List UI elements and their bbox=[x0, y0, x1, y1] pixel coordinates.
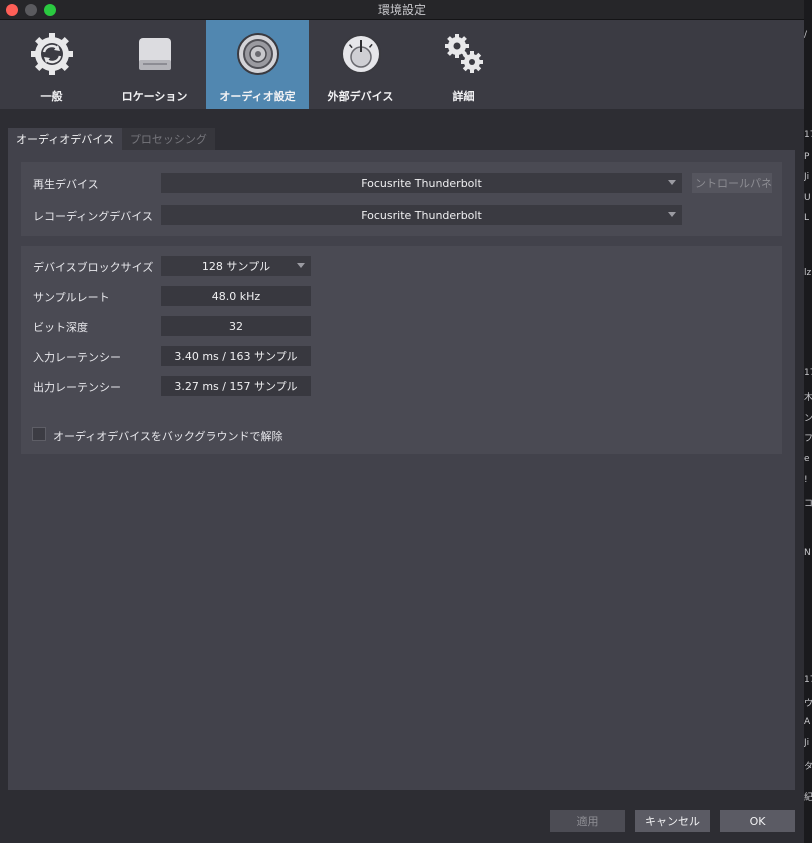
tab-audio-devices[interactable]: オーディオデバイス bbox=[8, 128, 122, 150]
input-latency-value: 3.40 ms / 163 サンプル bbox=[161, 346, 311, 366]
bit-depth-value: 32 bbox=[161, 316, 311, 336]
device-selection-group: 再生デバイス Focusrite Thunderbolt ントロールパネ レコー… bbox=[21, 162, 782, 236]
control-panel-button[interactable]: ントロールパネ bbox=[692, 173, 772, 193]
chevron-down-icon bbox=[297, 263, 305, 268]
background-window-text: lz bbox=[804, 268, 812, 278]
cancel-button[interactable]: キャンセル bbox=[635, 810, 710, 832]
background-window-text: フ bbox=[804, 434, 812, 444]
playback-device-dropdown[interactable]: Focusrite Thunderbolt bbox=[161, 173, 682, 193]
background-window-text: P bbox=[804, 152, 810, 162]
release-background-label: オーディオデバイスをバックグラウンドで解除 bbox=[53, 430, 283, 443]
dial-icon bbox=[337, 30, 385, 78]
background-window-text: 17 bbox=[804, 130, 812, 140]
recording-device-dropdown[interactable]: Focusrite Thunderbolt bbox=[161, 205, 682, 225]
sample-rate-value: 48.0 kHz bbox=[161, 286, 311, 306]
window-title: 環境設定 bbox=[377, 3, 426, 17]
background-window-text: U bbox=[804, 193, 811, 203]
background-window-text: Ji bbox=[804, 172, 810, 182]
recording-device-label: レコーディングデバイス bbox=[33, 210, 153, 223]
background-window-text: コ bbox=[804, 499, 812, 509]
background-window-text: A bbox=[804, 717, 811, 727]
ok-button[interactable]: OK bbox=[720, 810, 795, 832]
background-window-text: ! bbox=[804, 475, 808, 485]
background-window-text: e bbox=[804, 454, 810, 464]
toolbar-item-advanced[interactable]: 詳細 bbox=[412, 20, 515, 109]
preferences-toolbar: 一般 ロケーション オーディオ設定 外部デバイス 詳細 bbox=[0, 20, 804, 109]
apply-button[interactable]: 適用 bbox=[550, 810, 625, 832]
background-window-text: N bbox=[804, 548, 811, 558]
output-latency-value: 3.27 ms / 157 サンプル bbox=[161, 376, 311, 396]
close-window-button[interactable] bbox=[6, 4, 18, 16]
minimize-window-button[interactable] bbox=[25, 4, 37, 16]
block-size-value: 128 サンプル bbox=[201, 260, 271, 273]
background-window-text: 17 bbox=[804, 368, 812, 378]
background-window-text: 17 bbox=[804, 675, 812, 685]
toolbar-item-general[interactable]: 一般 bbox=[0, 20, 103, 109]
release-background-checkbox[interactable] bbox=[32, 427, 46, 441]
playback-device-value: Focusrite Thunderbolt bbox=[361, 176, 482, 190]
preferences-content: オーディオデバイス プロセッシング 再生デバイス Focusrite Thund… bbox=[0, 109, 804, 843]
tab-processing[interactable]: プロセッシング bbox=[121, 128, 215, 150]
background-window-text: 紀 bbox=[804, 793, 812, 803]
sync-gear-icon bbox=[28, 30, 76, 78]
background-window-text: ン bbox=[804, 414, 812, 424]
output-latency-label: 出力レーテンシー bbox=[33, 381, 121, 394]
zoom-window-button[interactable] bbox=[44, 4, 56, 16]
audio-devices-panel: 再生デバイス Focusrite Thunderbolt ントロールパネ レコー… bbox=[8, 150, 795, 790]
toolbar-item-label: ロケーション bbox=[121, 90, 188, 103]
background-window-text: ウ bbox=[804, 699, 812, 709]
device-settings-group: デバイスブロックサイズ 128 サンプル サンプルレート 48.0 kHz ビッ… bbox=[21, 246, 782, 454]
background-window-text: / bbox=[804, 30, 808, 40]
toolbar-item-audio-settings[interactable]: オーディオ設定 bbox=[206, 20, 309, 109]
sample-rate-label: サンプルレート bbox=[33, 291, 110, 304]
background-window-text: タ bbox=[804, 762, 812, 772]
chevron-down-icon bbox=[668, 212, 676, 217]
speaker-icon bbox=[234, 30, 282, 78]
bit-depth-label: ビット深度 bbox=[33, 321, 88, 334]
input-latency-label: 入力レーテンシー bbox=[33, 351, 121, 364]
background-window-text: Ji bbox=[804, 738, 810, 748]
playback-device-label: 再生デバイス bbox=[33, 178, 99, 191]
toolbar-item-external-devices[interactable]: 外部デバイス bbox=[309, 20, 412, 109]
toolbar-item-label: 詳細 bbox=[452, 90, 475, 103]
tab-bar: オーディオデバイス プロセッシング bbox=[8, 128, 215, 150]
hard-drive-icon bbox=[131, 30, 179, 78]
background-window-edge: / 17 P Ji ULlz 17 木ンフe! コ N 17 ウA Ji タ紀 bbox=[804, 0, 812, 843]
recording-device-value: Focusrite Thunderbolt bbox=[361, 208, 482, 222]
window-controls bbox=[6, 4, 56, 16]
toolbar-item-label: オーディオ設定 bbox=[219, 90, 296, 103]
toolbar-item-label: 一般 bbox=[40, 90, 63, 103]
background-window-text: 木 bbox=[804, 393, 812, 403]
background-window-text: L bbox=[804, 213, 810, 223]
gears-icon bbox=[440, 30, 488, 78]
title-bar: 環境設定 bbox=[0, 0, 804, 20]
toolbar-item-label: 外部デバイス bbox=[327, 90, 394, 103]
chevron-down-icon bbox=[668, 180, 676, 185]
block-size-label: デバイスブロックサイズ bbox=[33, 261, 154, 274]
block-size-dropdown[interactable]: 128 サンプル bbox=[161, 256, 311, 276]
toolbar-item-location[interactable]: ロケーション bbox=[103, 20, 206, 109]
